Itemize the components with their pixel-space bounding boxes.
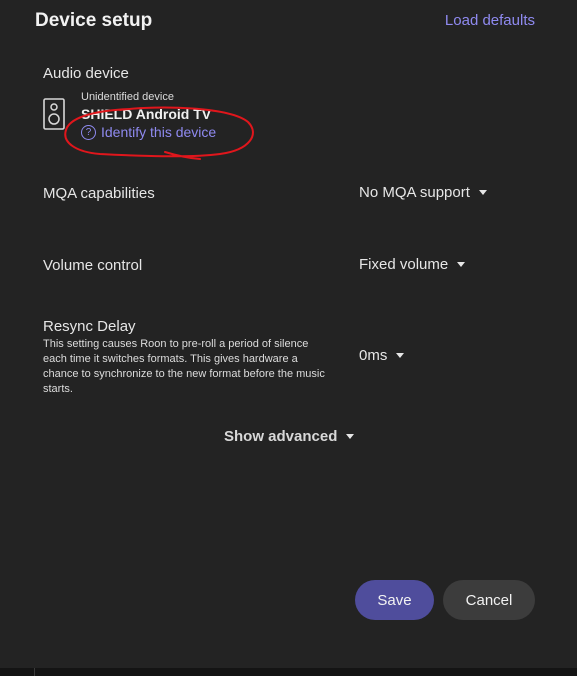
mqa-dropdown[interactable]: No MQA support bbox=[359, 184, 487, 201]
load-defaults-link[interactable]: Load defaults bbox=[445, 12, 535, 29]
resync-label: Resync Delay bbox=[43, 318, 136, 335]
page-title: Device setup bbox=[35, 10, 153, 31]
annotation-circle bbox=[64, 106, 254, 160]
audio-device-label: Audio device bbox=[43, 65, 129, 82]
show-advanced-toggle[interactable]: Show advanced bbox=[224, 428, 355, 445]
volume-label: Volume control bbox=[43, 257, 143, 274]
cancel-button[interactable]: Cancel bbox=[443, 580, 535, 620]
mqa-label: MQA capabilities bbox=[43, 185, 155, 202]
bottom-bar bbox=[0, 668, 577, 676]
resync-value: 0ms bbox=[359, 347, 388, 364]
resync-dropdown[interactable]: 0ms bbox=[359, 347, 405, 364]
mqa-value: No MQA support bbox=[359, 184, 470, 201]
resync-description: This setting causes Roon to pre-roll a p… bbox=[43, 338, 325, 395]
save-button[interactable]: Save bbox=[355, 580, 434, 620]
chevron-down-icon bbox=[457, 262, 466, 267]
show-advanced-label: Show advanced bbox=[224, 428, 338, 445]
device-status: Unidentified device bbox=[81, 91, 174, 103]
bottom-divider bbox=[34, 668, 35, 676]
volume-dropdown[interactable]: Fixed volume bbox=[359, 256, 466, 273]
volume-value: Fixed volume bbox=[359, 256, 449, 273]
chevron-down-icon bbox=[346, 434, 355, 439]
chevron-down-icon bbox=[478, 190, 487, 195]
chevron-down-icon bbox=[396, 353, 405, 358]
